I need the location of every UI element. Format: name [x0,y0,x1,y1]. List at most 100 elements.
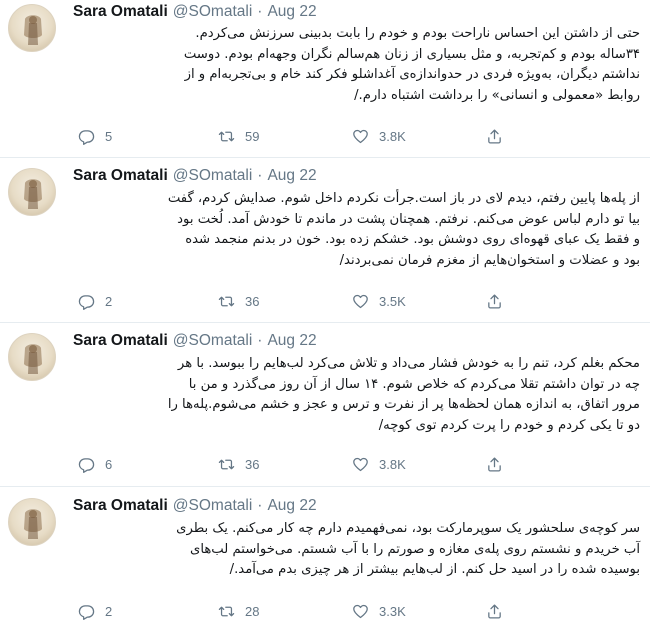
avatar-figure-icon [24,179,42,209]
tweet[interactable]: Sara Omatali @SOmatali · Aug 22 حتی از د… [0,0,650,158]
avatar-figure-icon [24,15,42,45]
tweet-header: Sara Omatali @SOmatali · Aug 22 [73,2,317,22]
share-button[interactable] [486,601,503,621]
tweet-divider [0,157,650,158]
retweet-icon [218,606,235,616]
tweet-text-line: و فقط یک عبای قهوه‌ای روی دوشش بود. خشکم… [185,232,640,247]
tweet-text-line: ۳۴ساله بودم و کم‌تجربه، و مثل بسیاری از … [183,46,640,62]
author-handle[interactable]: @SOmatali [173,332,252,350]
author-name[interactable]: Sara Omatali [73,3,168,21]
retweet-icon [218,296,235,306]
separator-dot: · [257,332,263,349]
heart-icon [353,129,368,143]
tweet-divider [0,322,650,323]
tweet-text-line: بود و عضلات و استخوان‌هایم از مغزم فرمان… [339,252,640,268]
author-handle[interactable]: @SOmatali [173,497,252,515]
share-icon [488,603,501,619]
tweet-text: حتی از داشتن این احساس ناراحت بودم و خود… [73,24,640,106]
tweet-text-line: آب خریدم و نشستم روی پله‌ی مغازه و صورتم… [190,541,640,557]
author-name[interactable]: Sara Omatali [73,497,168,515]
tweet-text-line: روابط «معمولی و انسانی» را برداشت اشتباه… [354,87,640,103]
tweet-date[interactable]: Aug 22 [267,3,316,21]
tweet-text-line: سر کوچه‌ی سلحشور یک سوپرمارکت بود، نمی‌ف… [176,521,640,536]
share-icon [488,128,501,144]
tweet-actions: 5 59 3.8K [78,126,618,146]
tweet-text-line: محکم بغلم کرد، تنم را به خودش فشار می‌دا… [177,356,640,371]
avatar[interactable] [8,168,56,216]
reply-count: 2 [105,293,113,309]
like-button[interactable]: 3.5K [352,291,406,311]
tweet-actions: 2 28 3.3K [78,601,618,621]
reply-button[interactable]: 2 [78,291,112,311]
share-button[interactable] [486,454,503,474]
retweet-count: 28 [245,603,260,619]
tweet-date[interactable]: Aug 22 [267,497,316,515]
reply-icon [78,294,95,310]
share-icon [488,293,501,309]
separator-dot: · [257,167,263,184]
tweet[interactable]: Sara Omatali @SOmatali · Aug 22 از پله‌ه… [0,164,650,323]
retweet-count: 59 [245,128,260,144]
reply-button[interactable]: 6 [78,454,112,474]
retweet-count: 36 [245,456,260,472]
tweet-date[interactable]: Aug 22 [267,167,316,185]
author-handle[interactable]: @SOmatali [173,3,252,21]
tweet-text-line: از پله‌ها پایین رفتم، دیدم لای در باز اس… [167,191,640,206]
author-name[interactable]: Sara Omatali [73,167,168,185]
tweet-date[interactable]: Aug 22 [267,332,316,350]
tweet-actions: 6 36 3.8K [78,454,618,474]
separator-dot: · [257,497,263,514]
avatar[interactable] [8,4,56,52]
retweet-button[interactable]: 36 [218,454,259,474]
avatar[interactable] [8,333,56,381]
tweet-text-line: بوسیده شده را در اسید حل کنم. از لب‌هایم… [229,562,640,577]
tweet-divider [0,486,650,487]
tweet-text-line: نداشتم دیگران، به‌ویژه فردی در حدواندازه… [184,67,640,82]
tweet-text: سر کوچه‌ی سلحشور یک سوپرمارکت بود، نمی‌ف… [73,519,640,581]
avatar[interactable] [8,498,56,546]
reply-button[interactable]: 5 [78,126,112,146]
author-name[interactable]: Sara Omatali [73,332,168,350]
retweet-button[interactable]: 59 [218,126,259,146]
retweet-icon [218,459,235,469]
tweet-header: Sara Omatali @SOmatali · Aug 22 [73,166,317,186]
like-count: 3.8K [379,128,406,144]
retweet-count: 36 [245,293,260,309]
reply-button[interactable]: 2 [78,601,112,621]
share-icon [488,456,501,472]
like-count: 3.8K [379,456,406,472]
reply-icon [78,457,95,473]
retweet-button[interactable]: 28 [218,601,259,621]
reply-count: 2 [105,603,113,619]
reply-icon [78,129,95,145]
separator-dot: · [257,3,263,20]
retweet-button[interactable]: 36 [218,291,259,311]
like-button[interactable]: 3.8K [352,454,406,474]
tweet-text-line: حتی از داشتن این احساس ناراحت بودم و خود… [195,26,640,41]
like-button[interactable]: 3.3K [352,601,406,621]
tweet-text-line: بیا تو دارم لباس عوض می‌کنم. نرفتم. همچن… [177,211,640,227]
reply-count: 6 [105,456,113,472]
tweet[interactable]: Sara Omatali @SOmatali · Aug 22 محکم بغل… [0,329,650,487]
heart-icon [353,294,368,308]
share-button[interactable] [486,291,503,311]
tweet-header: Sara Omatali @SOmatali · Aug 22 [73,331,317,351]
tweet-actions: 2 36 3.5K [78,291,618,311]
tweet-header: Sara Omatali @SOmatali · Aug 22 [73,496,317,516]
share-button[interactable] [486,126,503,146]
like-count: 3.5K [379,293,406,309]
heart-icon [353,457,368,471]
tweet[interactable]: Sara Omatali @SOmatali · Aug 22 سر کوچه‌… [0,494,650,627]
reply-count: 5 [105,128,113,144]
tweet-text-line: دو تا یکی کردم و خودم را پرت کردم توی کو… [378,417,640,433]
tweet-text: محکم بغلم کرد، تنم را به خودش فشار می‌دا… [73,354,640,436]
tweet-text-line: چه در توان داشتم تقلا می‌کردم که خلاص شو… [188,376,640,392]
author-handle[interactable]: @SOmatali [173,167,252,185]
tweet-text: از پله‌ها پایین رفتم، دیدم لای در باز اس… [73,189,640,271]
like-button[interactable]: 3.8K [352,126,406,146]
avatar-figure-icon [24,509,42,539]
retweet-icon [218,131,235,141]
like-count: 3.3K [379,603,406,619]
avatar-figure-icon [24,344,42,374]
heart-icon [353,604,368,618]
